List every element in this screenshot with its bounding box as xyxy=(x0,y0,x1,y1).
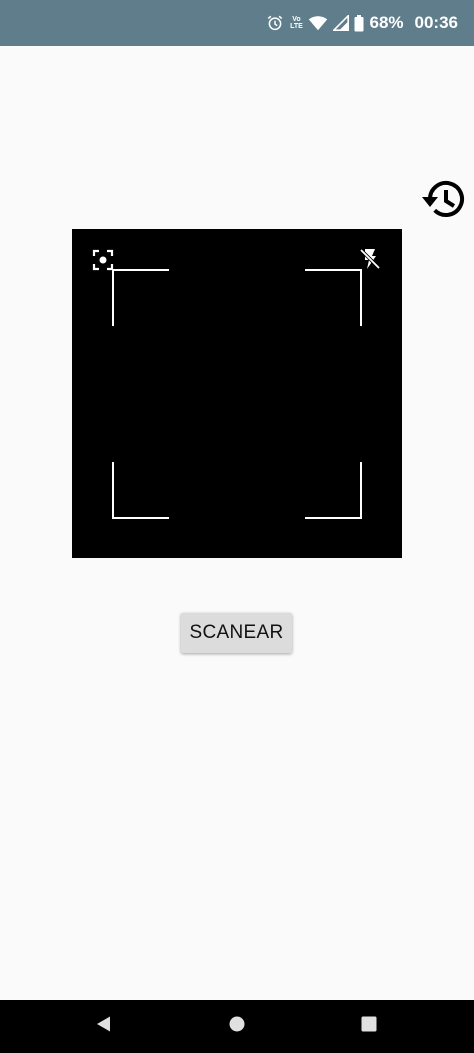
battery-percentage: 68% xyxy=(369,13,404,32)
frame-corner-bottom-right xyxy=(305,462,362,519)
recents-button[interactable] xyxy=(339,1000,399,1053)
flash-off-icon[interactable] xyxy=(359,248,381,275)
volte-lte-icon: Vo LTE xyxy=(289,16,303,30)
battery-icon xyxy=(354,14,364,32)
status-bar: Vo LTE 68% 00:36 xyxy=(0,0,474,46)
focus-icon[interactable] xyxy=(92,249,114,276)
scan-button[interactable]: SCANEAR xyxy=(181,613,292,653)
lte-top-text: Vo xyxy=(292,16,301,23)
status-icons: Vo LTE 68% 00:36 xyxy=(266,0,458,46)
history-icon xyxy=(418,177,468,226)
back-button[interactable] xyxy=(74,1000,134,1053)
navigation-bar xyxy=(0,1000,474,1053)
home-button[interactable] xyxy=(207,1000,267,1053)
home-icon xyxy=(228,1015,246,1038)
alarm-icon xyxy=(266,14,284,32)
back-icon xyxy=(95,1015,113,1038)
history-button[interactable] xyxy=(417,178,469,224)
frame-corner-top-right xyxy=(305,269,362,326)
frame-corner-bottom-left xyxy=(112,462,169,519)
lte-bottom-text: LTE xyxy=(290,23,303,30)
frame-corner-top-left xyxy=(112,269,169,326)
scanner-viewfinder[interactable] xyxy=(72,229,402,558)
signal-icon xyxy=(333,15,350,31)
clock: 00:36 xyxy=(414,13,458,32)
recents-icon xyxy=(360,1015,378,1038)
wifi-icon xyxy=(308,15,328,31)
